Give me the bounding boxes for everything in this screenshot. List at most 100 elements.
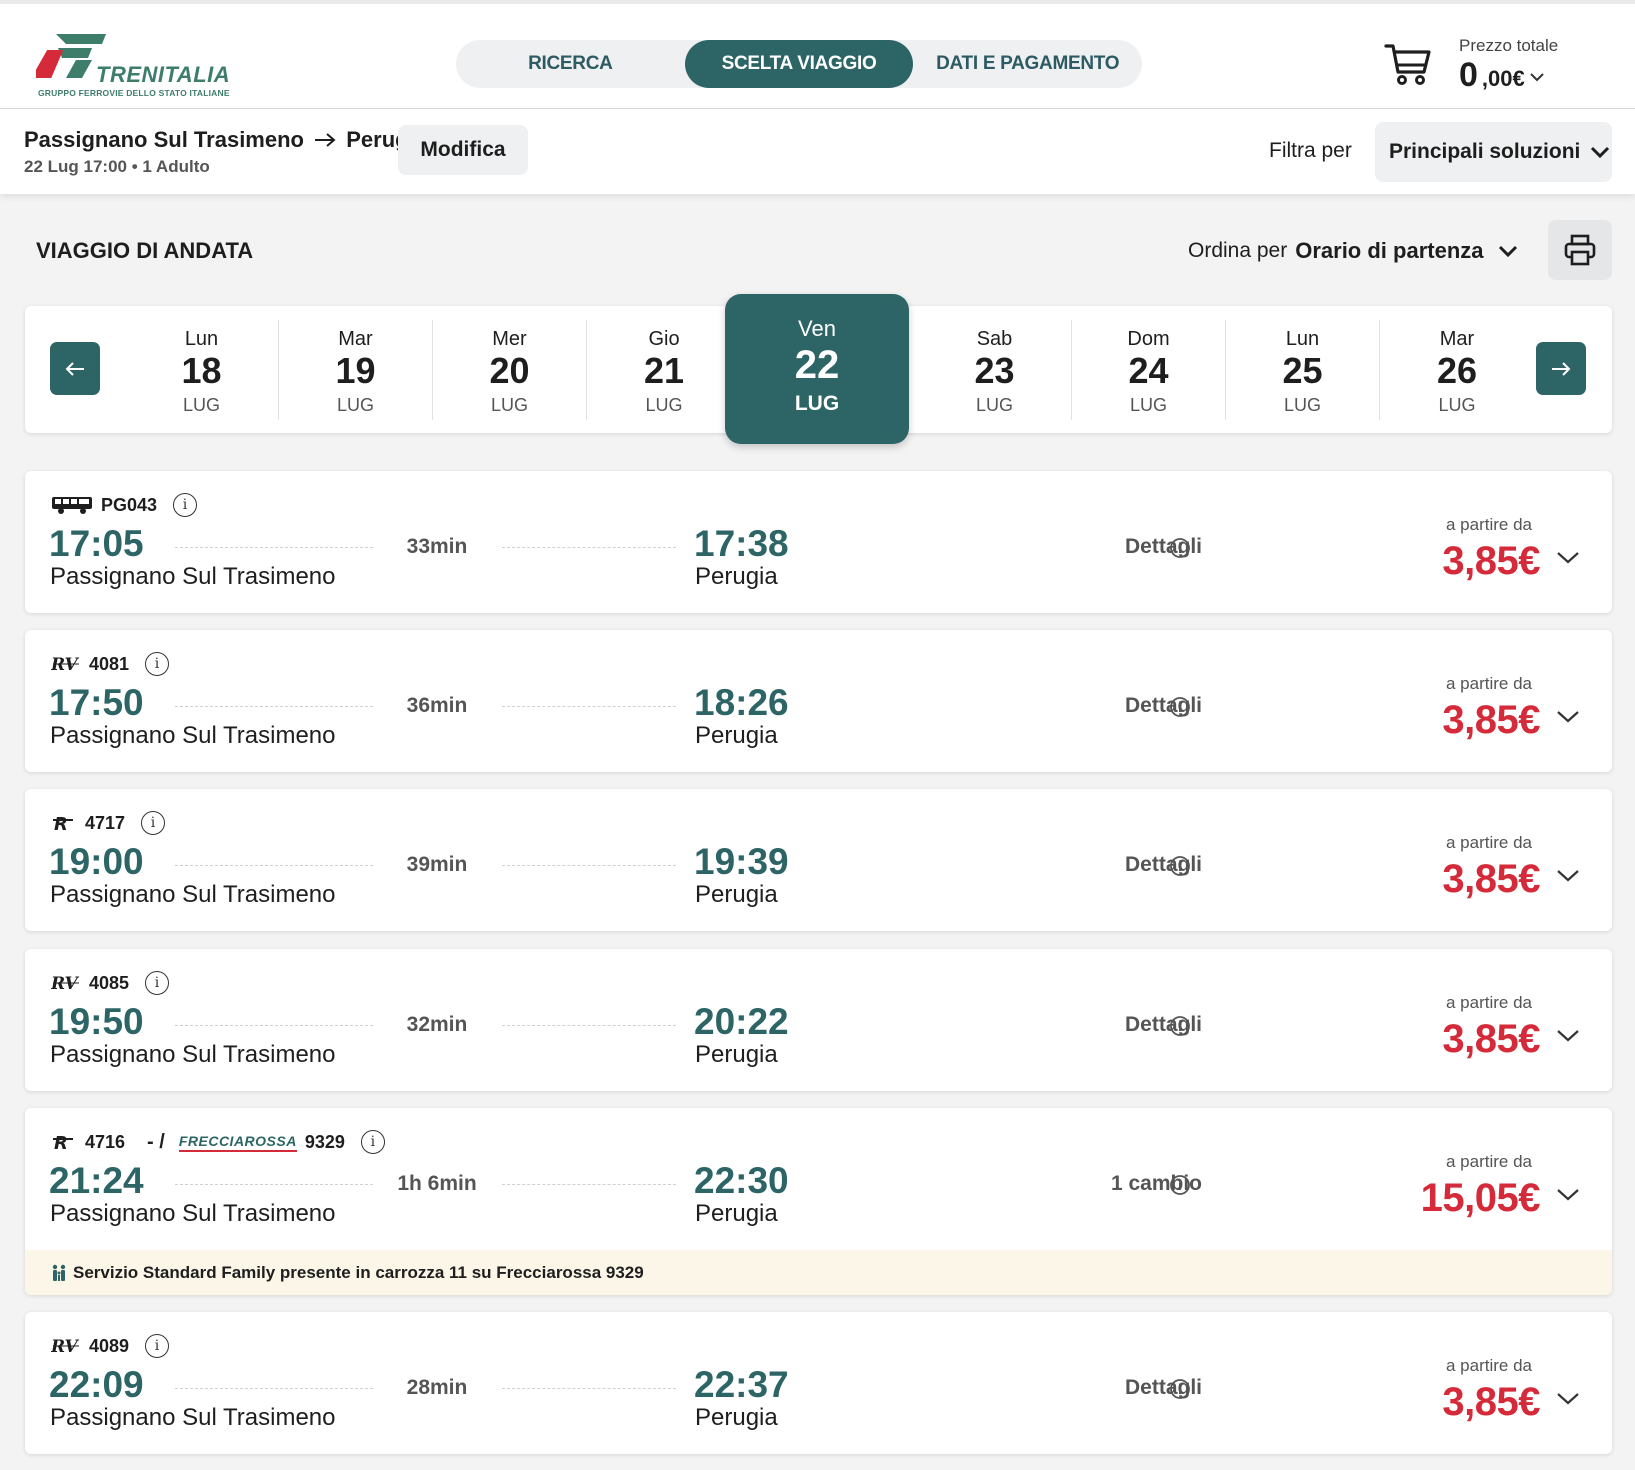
departure-station: Passignano Sul Trasimeno bbox=[50, 881, 336, 908]
date-weekday: Mar bbox=[338, 328, 373, 350]
date-option[interactable]: Lun 18 LUG bbox=[125, 320, 279, 420]
route-title: Passignano Sul Trasimeno Perugia bbox=[24, 127, 427, 153]
date-option-selected[interactable]: Ven 22 LUG bbox=[725, 294, 909, 444]
sort-control[interactable]: Ordina per Orario di partenza bbox=[1188, 238, 1518, 264]
date-option[interactable]: Dom 24 LUG bbox=[1072, 320, 1226, 420]
top-bar: TRENITALIA GRUPPO FERROVIE DELLO STATO I… bbox=[0, 0, 1635, 109]
train-number: 4716 bbox=[85, 1131, 126, 1152]
total-price-label: Prezzo totale bbox=[1459, 36, 1559, 55]
solution-card[interactable]: PG043 i 17:05 Passignano Sul Trasimeno 3… bbox=[25, 471, 1612, 613]
price-from-label: a partire da bbox=[1446, 1356, 1532, 1375]
info-icon[interactable]: i bbox=[145, 652, 170, 676]
date-option[interactable]: Mer 20 LUG bbox=[433, 320, 587, 420]
previous-dates-button[interactable] bbox=[50, 342, 100, 395]
solution-card[interactable]: R 4716 - / FRECCIAROSSA 9329 i 21:24 Pas… bbox=[25, 1108, 1612, 1295]
info-icon[interactable]: i bbox=[145, 1334, 170, 1358]
train-header: RV 4085 i bbox=[51, 971, 170, 995]
date-weekday: Mer bbox=[492, 328, 527, 350]
date-month: LUG bbox=[794, 392, 840, 415]
solution-card[interactable]: RV 4085 i 19:50 Passignano Sul Trasimeno… bbox=[25, 949, 1612, 1091]
step-scelta-viaggio[interactable]: SCELTA VIAGGIO bbox=[684, 40, 914, 88]
duration: 1h 6min bbox=[397, 1172, 477, 1195]
chevron-down-icon[interactable] bbox=[1555, 1388, 1581, 1408]
info-icon[interactable]: i bbox=[141, 811, 166, 835]
date-weekday: Mar bbox=[1439, 328, 1475, 350]
duration-line bbox=[175, 1388, 373, 1389]
info-icon[interactable] bbox=[1169, 696, 1191, 718]
info-icon[interactable] bbox=[1169, 1378, 1191, 1400]
date-option[interactable]: Lun 25 LUG bbox=[1226, 320, 1380, 420]
filter-label: Filtra per bbox=[1269, 139, 1352, 162]
arrival-station: Perugia bbox=[695, 722, 778, 749]
bus-icon bbox=[52, 497, 92, 514]
train-header: RV 4081 i bbox=[51, 652, 170, 676]
chevron-down-icon[interactable] bbox=[1555, 865, 1581, 885]
info-icon[interactable] bbox=[1169, 537, 1191, 559]
date-option[interactable]: Mar 19 LUG bbox=[279, 320, 433, 420]
date-day: 25 bbox=[1282, 350, 1323, 391]
cart-icon[interactable] bbox=[1384, 40, 1432, 88]
solution-card[interactable]: RV 4089 i 22:09 Passignano Sul Trasimeno… bbox=[25, 1312, 1612, 1454]
info-icon[interactable]: i bbox=[360, 1130, 385, 1154]
arrival-time: 17:38 bbox=[694, 523, 789, 564]
solution-card[interactable]: RV 4081 i 17:50 Passignano Sul Trasimeno… bbox=[25, 630, 1612, 772]
date-weekday: Sab bbox=[976, 328, 1013, 350]
arrival-time: 18:26 bbox=[694, 682, 789, 723]
info-icon[interactable] bbox=[1169, 1174, 1191, 1196]
booking-stepper: RICERCA SCELTA VIAGGIO DATI E PAGAMENTO bbox=[456, 40, 1142, 88]
duration-line bbox=[502, 1025, 676, 1026]
print-button[interactable] bbox=[1548, 220, 1612, 280]
solution-card[interactable]: R 4717 i 19:00 Passignano Sul Trasimeno … bbox=[25, 789, 1612, 931]
total-price-dec: ,00 bbox=[1481, 66, 1513, 91]
route-from: Passignano Sul Trasimeno bbox=[24, 127, 304, 152]
step-ricerca[interactable]: RICERCA bbox=[456, 40, 685, 88]
price-from-label: a partire da bbox=[1446, 515, 1532, 534]
train-header: PG043 i bbox=[51, 493, 198, 517]
logo-wordmark: TRENITALIA bbox=[96, 62, 231, 87]
date-option[interactable]: Mar 26 LUG bbox=[1380, 320, 1534, 420]
chevron-down-icon[interactable] bbox=[1555, 706, 1581, 726]
regionale-veloce-icon: RV bbox=[51, 974, 80, 993]
date-option[interactable]: Gio 21 LUG bbox=[587, 320, 741, 420]
modify-search-button[interactable]: Modifica bbox=[398, 125, 528, 175]
step-dati-pagamento[interactable]: DATI E PAGAMENTO bbox=[913, 40, 1142, 88]
date-weekday: Dom bbox=[1127, 328, 1170, 350]
chevron-down-icon[interactable] bbox=[1555, 547, 1581, 567]
trenitalia-logo[interactable]: TRENITALIA GRUPPO FERROVIE DELLO STATO I… bbox=[36, 30, 236, 100]
total-price[interactable]: 0,00€ bbox=[1459, 56, 1545, 95]
info-icon[interactable] bbox=[1169, 1015, 1191, 1037]
svg-text:R: R bbox=[54, 814, 68, 833]
arrival-time: 20:22 bbox=[694, 1001, 789, 1042]
departure-station: Passignano Sul Trasimeno bbox=[50, 1041, 336, 1068]
departure-time: 21:24 bbox=[49, 1160, 144, 1201]
train-number: 4717 bbox=[85, 812, 126, 833]
search-summary-bar: Passignano Sul Trasimeno Perugia 22 Lug … bbox=[0, 109, 1635, 194]
arrival-station: Perugia bbox=[695, 1041, 778, 1068]
sort-value: Orario di partenza bbox=[1295, 238, 1484, 263]
route-details: 22 Lug 17:00 • 1 Adulto bbox=[24, 157, 210, 176]
departure-time: 17:50 bbox=[49, 682, 144, 723]
info-icon[interactable]: i bbox=[145, 971, 170, 995]
total-price-int: 0 bbox=[1459, 56, 1478, 94]
price: 3,85€ bbox=[1442, 1017, 1540, 1061]
info-icon[interactable]: i bbox=[173, 493, 198, 517]
arrival-time: 19:39 bbox=[694, 841, 789, 882]
date-day: 22 bbox=[794, 343, 840, 387]
sort-label: Ordina per bbox=[1188, 239, 1288, 262]
filter-select[interactable]: Principali soluzioni bbox=[1375, 122, 1612, 182]
date-day: 23 bbox=[974, 350, 1015, 391]
duration-line bbox=[502, 706, 676, 707]
duration-line bbox=[502, 1388, 676, 1389]
date-month: LUG bbox=[645, 395, 683, 415]
date-month: LUG bbox=[1283, 395, 1321, 415]
info-icon[interactable] bbox=[1169, 855, 1191, 877]
frecciarossa-logo: FRECCIAROSSA bbox=[178, 1133, 297, 1152]
duration-line bbox=[175, 865, 373, 866]
date-option[interactable]: Sab 23 LUG bbox=[918, 320, 1072, 420]
chevron-down-icon[interactable] bbox=[1555, 1025, 1581, 1045]
duration: 39min bbox=[406, 853, 468, 876]
chevron-down-icon[interactable] bbox=[1555, 1184, 1581, 1204]
next-dates-button[interactable] bbox=[1536, 342, 1586, 395]
arrow-left-icon bbox=[65, 361, 84, 376]
train-number: 4085 bbox=[89, 972, 130, 993]
